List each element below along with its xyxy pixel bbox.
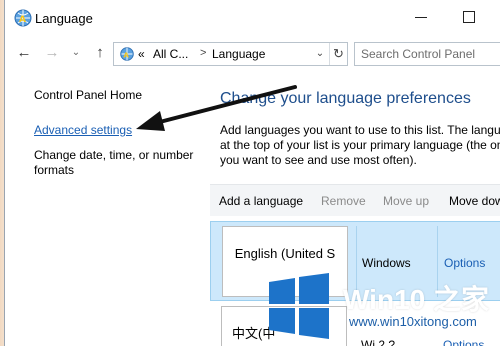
svg-text:A: A <box>19 15 26 25</box>
refresh-icon[interactable]: ↻ <box>329 43 347 65</box>
sidebar-item-date-time-formats[interactable]: Change date, time, or number formats <box>34 148 209 178</box>
forward-button[interactable]: → <box>43 44 61 62</box>
address-bar[interactable]: A « All C... > Language ⌄ ↻ <box>113 42 348 66</box>
language-options-link[interactable]: Options <box>444 256 485 270</box>
recent-locations-button[interactable]: ⌄ <box>67 44 85 62</box>
maximize-button[interactable] <box>457 6 481 28</box>
address-dropdown-icon[interactable]: ⌄ <box>312 43 328 65</box>
search-input[interactable] <box>355 43 500 65</box>
address-separator-icon[interactable]: > <box>200 47 206 59</box>
remove-button[interactable]: Remove <box>321 194 366 208</box>
minimize-button[interactable] <box>409 6 433 28</box>
language-toolbar: Add a language Remove Move up Move dow <box>210 184 500 216</box>
maximize-icon <box>463 11 475 23</box>
up-button[interactable]: ↑ <box>91 44 109 62</box>
address-segment-all-control-panel[interactable]: All C... <box>153 47 188 61</box>
add-language-button[interactable]: Add a language <box>219 194 303 208</box>
navigation-row: ← → ⌄ ↑ A « All C... > Language ⌄ ↻ <box>5 38 500 70</box>
language-status: Windows <box>362 256 411 270</box>
sidebar: Control Panel Home Advanced settings Cha… <box>5 70 205 220</box>
address-segment-language[interactable]: Language <box>212 47 265 61</box>
watermark-brand: Win10 之家 <box>343 284 489 315</box>
watermark-url: www.win10xitong.com <box>347 314 479 329</box>
control-panel-icon: A <box>120 47 134 61</box>
title-bar: A Language <box>5 0 500 36</box>
page-title: Change your language preferences <box>220 90 471 107</box>
svg-text:A: A <box>123 51 129 60</box>
minimize-icon <box>415 16 427 18</box>
address-overflow-chevron[interactable]: « <box>138 47 145 61</box>
watermark: Win10 之家 www.win10xitong.com <box>263 270 500 346</box>
page-description: Add languages you want to use to this li… <box>220 123 500 167</box>
language-globe-icon: A <box>14 9 32 27</box>
window-title: Language <box>35 11 93 26</box>
move-down-button[interactable]: Move dow <box>449 194 500 208</box>
sidebar-item-control-panel-home[interactable]: Control Panel Home <box>34 88 142 102</box>
move-up-button[interactable]: Move up <box>383 194 429 208</box>
windows-logo-icon <box>269 273 329 339</box>
sidebar-item-advanced-settings[interactable]: Advanced settings <box>34 123 132 137</box>
search-box <box>354 42 500 66</box>
back-button[interactable]: ← <box>15 44 33 62</box>
